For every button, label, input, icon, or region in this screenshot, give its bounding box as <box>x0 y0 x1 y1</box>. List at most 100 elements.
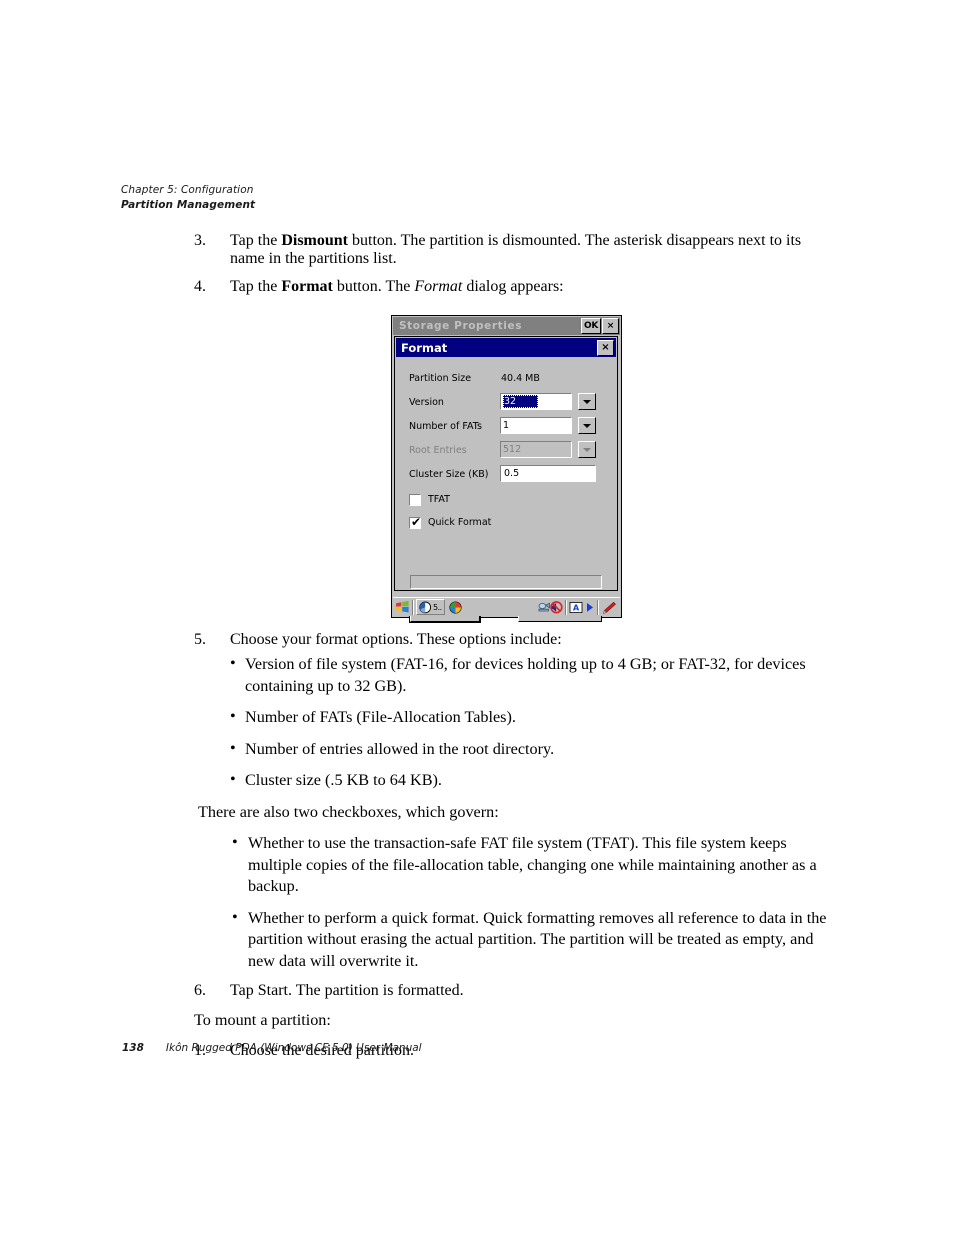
version-value: 32 <box>503 395 539 408</box>
mount-intro-paragraph: To mount a partition: <box>194 1011 331 1029</box>
format-dialog: Format × Partition Size 40.4 MB Version … <box>394 336 618 623</box>
color-globe-icon <box>449 600 462 614</box>
step4-post: dialog appears: <box>462 278 564 295</box>
windows-start-flag-icon <box>396 600 409 613</box>
format-titlebar: Format × <box>396 338 616 357</box>
cluster-size-input[interactable]: 0.5 <box>500 465 596 482</box>
storage-properties-title: Storage Properties <box>399 320 523 332</box>
root-entries-value: 512 <box>503 444 522 455</box>
taskbar-task-label: 5.. <box>433 602 442 612</box>
list-item: • Number of FATs (File-Allocation Tables… <box>0 707 954 729</box>
bullet-glyph: • <box>232 907 238 926</box>
close-icon[interactable]: × <box>602 318 619 334</box>
root-entries-select: 512 <box>500 441 572 458</box>
quick-format-checkbox[interactable]: ✔ <box>409 515 422 529</box>
bullet-glyph: • <box>230 654 236 672</box>
running-header: Chapter 5: Configuration Partition Manag… <box>121 183 255 213</box>
step4-bold: Format <box>281 278 333 295</box>
number-of-fats-value: 1 <box>503 420 510 431</box>
quick-format-label: Quick Format <box>428 517 492 528</box>
input-panel-a-icon: A <box>569 601 583 613</box>
manual-page: Chapter 5: Configuration Partition Manag… <box>0 0 954 1235</box>
step4-mid: button. The <box>332 278 415 295</box>
tray-icon-stylus[interactable] <box>601 599 617 616</box>
step3-bold: Dismount <box>281 232 348 249</box>
format-progress-bar <box>410 575 602 589</box>
list-item: 5. Choose your format options. These opt… <box>0 631 954 649</box>
start-button-taskbar[interactable] <box>395 599 410 616</box>
bullet-text: Whether to perform a quick format. Quick… <box>248 908 827 970</box>
format-dialog-body: Partition Size 40.4 MB Version 32 Number… <box>396 357 616 623</box>
header-section: Partition Management <box>121 199 256 211</box>
bullet-text: Number of entries allowed in the root di… <box>245 739 555 758</box>
list-item: • Number of entries allowed in the root … <box>0 739 954 761</box>
header-chapter: Chapter 5: Configuration <box>121 184 254 196</box>
page-number: 138 <box>122 1042 144 1054</box>
taskbar-task-storage-properties[interactable]: 5.. <box>416 599 445 615</box>
field-cluster-size: Cluster Size (KB) 0.5 <box>396 465 616 487</box>
manual-title: Ikôn Rugged PDA (Windows CE 5.0) User Ma… <box>165 1042 422 1054</box>
field-label: Version <box>409 397 444 408</box>
field-label: Root Entries <box>409 445 467 456</box>
storage-properties-titlebar: Storage Properties OK × <box>393 317 620 335</box>
field-partition-size: Partition Size 40.4 MB <box>396 369 616 391</box>
field-label: Cluster Size (KB) <box>409 469 489 480</box>
chevron-down-icon <box>578 441 596 458</box>
page-body-lower: 5. Choose your format options. These opt… <box>0 631 954 1070</box>
bullet-text: Whether to use the transaction-safe FAT … <box>248 834 817 895</box>
windows-ce-taskbar: 5.. A <box>393 597 620 616</box>
list-marker: 5. <box>194 631 206 648</box>
step3-pre: Tap the <box>230 232 282 249</box>
chevron-down-icon[interactable] <box>578 417 596 434</box>
list-marker: 6. <box>194 982 206 999</box>
tray-icon-sound-muted[interactable] <box>549 599 563 616</box>
bullet-text: Cluster size (.5 KB to 64 KB). <box>245 771 442 789</box>
blue-play-triangle-icon <box>587 602 593 612</box>
field-version: Version 32 <box>396 393 616 415</box>
pda-screenshot-figure: Storage Properties OK × Format × Partiti… <box>391 315 622 623</box>
chevron-down-icon[interactable] <box>578 393 596 410</box>
svg-text:A: A <box>573 602 580 612</box>
number-of-fats-select[interactable]: 1 <box>500 417 572 434</box>
bullet-text: Version of file system (FAT-16, for devi… <box>245 655 806 695</box>
step5-text: Choose your format options. These option… <box>230 631 562 648</box>
list-item: • Whether to perform a quick format. Qui… <box>0 908 954 973</box>
close-icon[interactable]: × <box>597 339 614 356</box>
tfat-checkbox[interactable] <box>409 494 421 506</box>
step4-italic: Format <box>414 278 463 295</box>
bullet-glyph: • <box>230 738 236 757</box>
bullet-glyph: • <box>230 707 236 725</box>
field-root-entries: Root Entries 512 <box>396 441 616 463</box>
list-marker: 4. <box>194 278 206 295</box>
running-footer: 138 Ikôn Rugged PDA (Windows CE 5.0) User… <box>122 1042 422 1054</box>
format-dialog-title: Format <box>401 340 448 355</box>
check-icon: ✔ <box>411 515 422 529</box>
list-item: 6. Tap Start. The partition is formatted… <box>0 982 954 1000</box>
bullet-text: Number of FATs (File-Allocation Tables). <box>245 708 516 726</box>
page-body: 3. Tap the Dismount button. The partitio… <box>0 232 954 306</box>
quick-format-checkbox-row: ✔ Quick Format <box>396 516 616 536</box>
version-select[interactable]: 32 <box>500 393 572 410</box>
list-item: • Whether to use the transaction-safe FA… <box>0 833 954 898</box>
tray-icon-globe[interactable] <box>449 599 462 616</box>
ok-button[interactable]: OK <box>581 318 601 334</box>
stylus-pen-icon <box>603 601 616 614</box>
field-label: Number of FATs <box>409 421 482 432</box>
list-marker: 3. <box>194 232 206 249</box>
tfat-label: TFAT <box>428 494 450 505</box>
bullet-glyph: • <box>232 833 238 851</box>
sound-muted-icon <box>550 600 563 614</box>
field-number-of-fats: Number of FATs 1 <box>396 417 616 439</box>
partition-size-value: 40.4 MB <box>501 373 540 384</box>
tray-icon-input-panel[interactable]: A <box>569 599 583 616</box>
tfat-checkbox-row: TFAT <box>396 493 616 513</box>
list-item: 3. Tap the Dismount button. The partitio… <box>0 232 954 268</box>
list-item: • Version of file system (FAT-16, for de… <box>0 654 954 697</box>
step4-pre: Tap the <box>230 278 282 295</box>
cluster-size-value: 0.5 <box>504 468 520 479</box>
taskbar-divider <box>412 599 414 615</box>
step6-text: Tap Start. The partition is formatted. <box>230 982 464 999</box>
tray-icon-expand[interactable] <box>585 599 595 616</box>
bullet-glyph: • <box>230 770 236 788</box>
field-label: Partition Size <box>409 373 472 384</box>
